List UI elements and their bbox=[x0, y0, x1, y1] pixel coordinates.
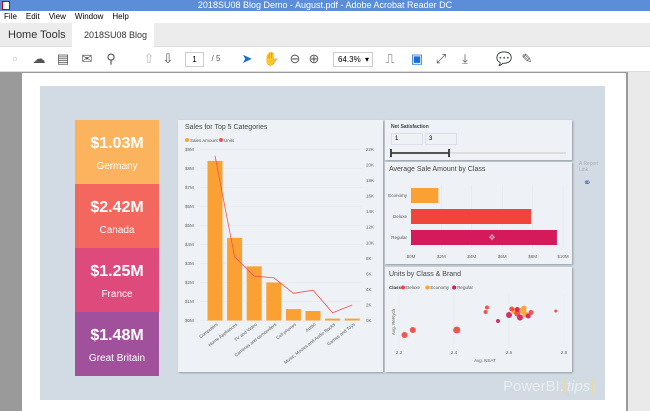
bar-economy bbox=[411, 188, 439, 203]
x-tick-label: 2.4 bbox=[451, 350, 458, 355]
legend-label: Deluxe bbox=[406, 285, 421, 290]
bar-deluxe bbox=[411, 209, 532, 224]
x-tick-label: $2M bbox=[437, 254, 446, 259]
y2-tick-label: 12K bbox=[366, 225, 374, 230]
x-category-label: Audio bbox=[304, 322, 317, 333]
scatter-point bbox=[514, 307, 520, 312]
x-tick-label: $0M bbox=[407, 254, 416, 259]
scatter-point bbox=[509, 306, 515, 312]
y2-tick-label: 10K bbox=[366, 240, 374, 245]
legend-label: Regular bbox=[457, 285, 473, 290]
y-category-label: Economy bbox=[388, 193, 408, 198]
move-cursor-icon: ✥ bbox=[489, 233, 496, 242]
y-tick-label: $2M bbox=[185, 280, 194, 285]
y2-tick-label: 22K bbox=[366, 147, 374, 152]
y2-tick-label: 14K bbox=[366, 209, 374, 214]
y-tick-label: $1M bbox=[185, 299, 194, 304]
y-category-label: Deluxe bbox=[393, 214, 408, 219]
y2-tick-label: 20K bbox=[366, 163, 374, 168]
y-tick-label: $0M bbox=[185, 318, 194, 323]
scatter-point bbox=[401, 332, 408, 338]
legend-label: Units bbox=[224, 138, 235, 143]
bar-regular bbox=[411, 230, 557, 245]
scatter-point bbox=[485, 305, 489, 310]
x-axis-label: Avg. NSAT bbox=[474, 358, 496, 363]
scatter-point bbox=[506, 312, 512, 318]
bar-sales-amount bbox=[344, 318, 360, 321]
y-tick-label: $8M bbox=[185, 166, 194, 171]
x-category-label: Cell phones bbox=[275, 321, 297, 340]
bar-sales-amount bbox=[305, 311, 321, 321]
y-tick-label: $5M bbox=[185, 223, 194, 228]
y2-tick-label: 8K bbox=[366, 256, 372, 261]
bar-sales-amount bbox=[246, 266, 262, 321]
x-tick-label: $4M bbox=[467, 254, 476, 259]
y-tick-label: $3M bbox=[185, 261, 194, 266]
x-tick-label: $10M bbox=[557, 254, 569, 259]
bar-sales-amount bbox=[285, 309, 301, 321]
scatter-point bbox=[409, 327, 416, 333]
bar-sales-amount bbox=[325, 318, 341, 321]
legend-swatch bbox=[185, 138, 189, 142]
y-tick-label: $4M bbox=[185, 242, 194, 247]
x-tick-label: 2.6 bbox=[506, 350, 513, 355]
y-tick-label: $9M bbox=[185, 147, 194, 152]
y-tick-label: $7M bbox=[185, 185, 194, 190]
x-tick-label: 2.8 bbox=[561, 350, 568, 355]
y2-tick-label: 0K bbox=[366, 318, 372, 323]
y-category-label: Regular bbox=[391, 235, 407, 240]
x-tick-label: $8M bbox=[528, 254, 537, 259]
scatter-point bbox=[528, 310, 534, 315]
legend-title: Class bbox=[389, 285, 402, 290]
legend-swatch bbox=[219, 138, 223, 142]
scatter-point bbox=[496, 319, 500, 323]
scatter-point bbox=[483, 310, 488, 314]
legend-label: Economy bbox=[430, 285, 450, 290]
charts-layer: Sales Amount Units $0M $1M $2M $3M $4M $5M $6M $7… bbox=[185, 138, 569, 365]
scatter-point bbox=[517, 314, 523, 321]
legend-label: Sales Amount bbox=[190, 138, 219, 143]
legend-swatch bbox=[425, 285, 430, 290]
bar-sales-amount bbox=[266, 282, 282, 321]
y2-tick-label: 6K bbox=[366, 271, 372, 276]
legend-swatch bbox=[401, 285, 405, 290]
x-tick-label: $6M bbox=[498, 254, 507, 259]
scatter-point bbox=[554, 309, 558, 313]
y-axis-label: Avg. ReRych bbox=[391, 308, 396, 335]
y-tick-label: $6M bbox=[185, 204, 194, 209]
y2-tick-label: 18K bbox=[366, 178, 374, 183]
bar-sales-amount bbox=[227, 237, 243, 321]
scatter-point bbox=[453, 326, 461, 334]
x-tick-label: 2.2 bbox=[396, 350, 403, 355]
legend-swatch bbox=[452, 285, 457, 290]
y2-tick-label: 16K bbox=[366, 194, 374, 199]
y2-tick-label: 4K bbox=[366, 287, 372, 292]
y2-tick-label: 2K bbox=[366, 302, 372, 307]
scatter-point bbox=[521, 305, 527, 311]
